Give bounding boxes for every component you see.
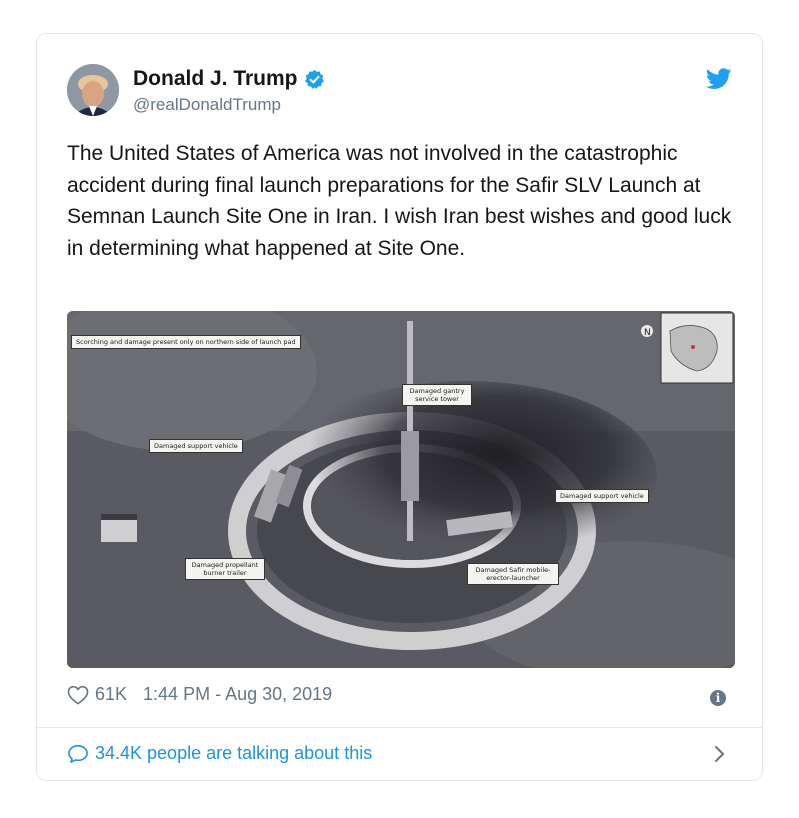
twitter-bird-icon[interactable]: [705, 68, 732, 90]
user-handle[interactable]: @realDonaldTrump: [133, 95, 281, 115]
annotation-gantry: Damaged gantry service tower: [402, 384, 472, 406]
meta-row: 61K 1:44 PM - Aug 30, 2019: [67, 684, 332, 705]
talking-text: 34.4K people are talking about this: [95, 743, 373, 763]
tweet-card: Donald J. Trump @realDonaldTrump The Uni…: [36, 33, 763, 781]
timestamp[interactable]: 1:44 PM - Aug 30, 2019: [143, 684, 332, 705]
conversation-link[interactable]: 34.4K people are talking about this: [67, 743, 372, 764]
divider: [37, 727, 762, 728]
chevron-right-icon[interactable]: [714, 744, 726, 764]
tweet-text: The United States of America was not inv…: [67, 142, 732, 260]
verified-badge-icon: [304, 69, 325, 90]
like-count[interactable]: 61K: [95, 684, 127, 705]
heart-icon[interactable]: [67, 685, 89, 705]
comment-bubble-icon: [67, 744, 89, 764]
annotation-launcher: Damaged Safir mobile-erector-launcher: [467, 563, 559, 585]
annotation-support-vehicle-left: Damaged support vehicle: [149, 439, 243, 453]
display-name[interactable]: Donald J. Trump: [133, 67, 298, 91]
annotation-scorching: Scorching and damage present only on nor…: [71, 335, 301, 349]
tweet-photo[interactable]: N Scorching and damage present only on n…: [67, 311, 735, 668]
annotation-support-vehicle-right: Damaged support vehicle: [555, 489, 649, 503]
svg-text:N: N: [644, 328, 651, 338]
info-icon[interactable]: i: [710, 690, 726, 706]
avatar[interactable]: [67, 64, 119, 116]
name-row: Donald J. Trump: [133, 67, 325, 91]
annotation-propellant-trailer: Damaged propellant burner trailer: [185, 558, 265, 580]
